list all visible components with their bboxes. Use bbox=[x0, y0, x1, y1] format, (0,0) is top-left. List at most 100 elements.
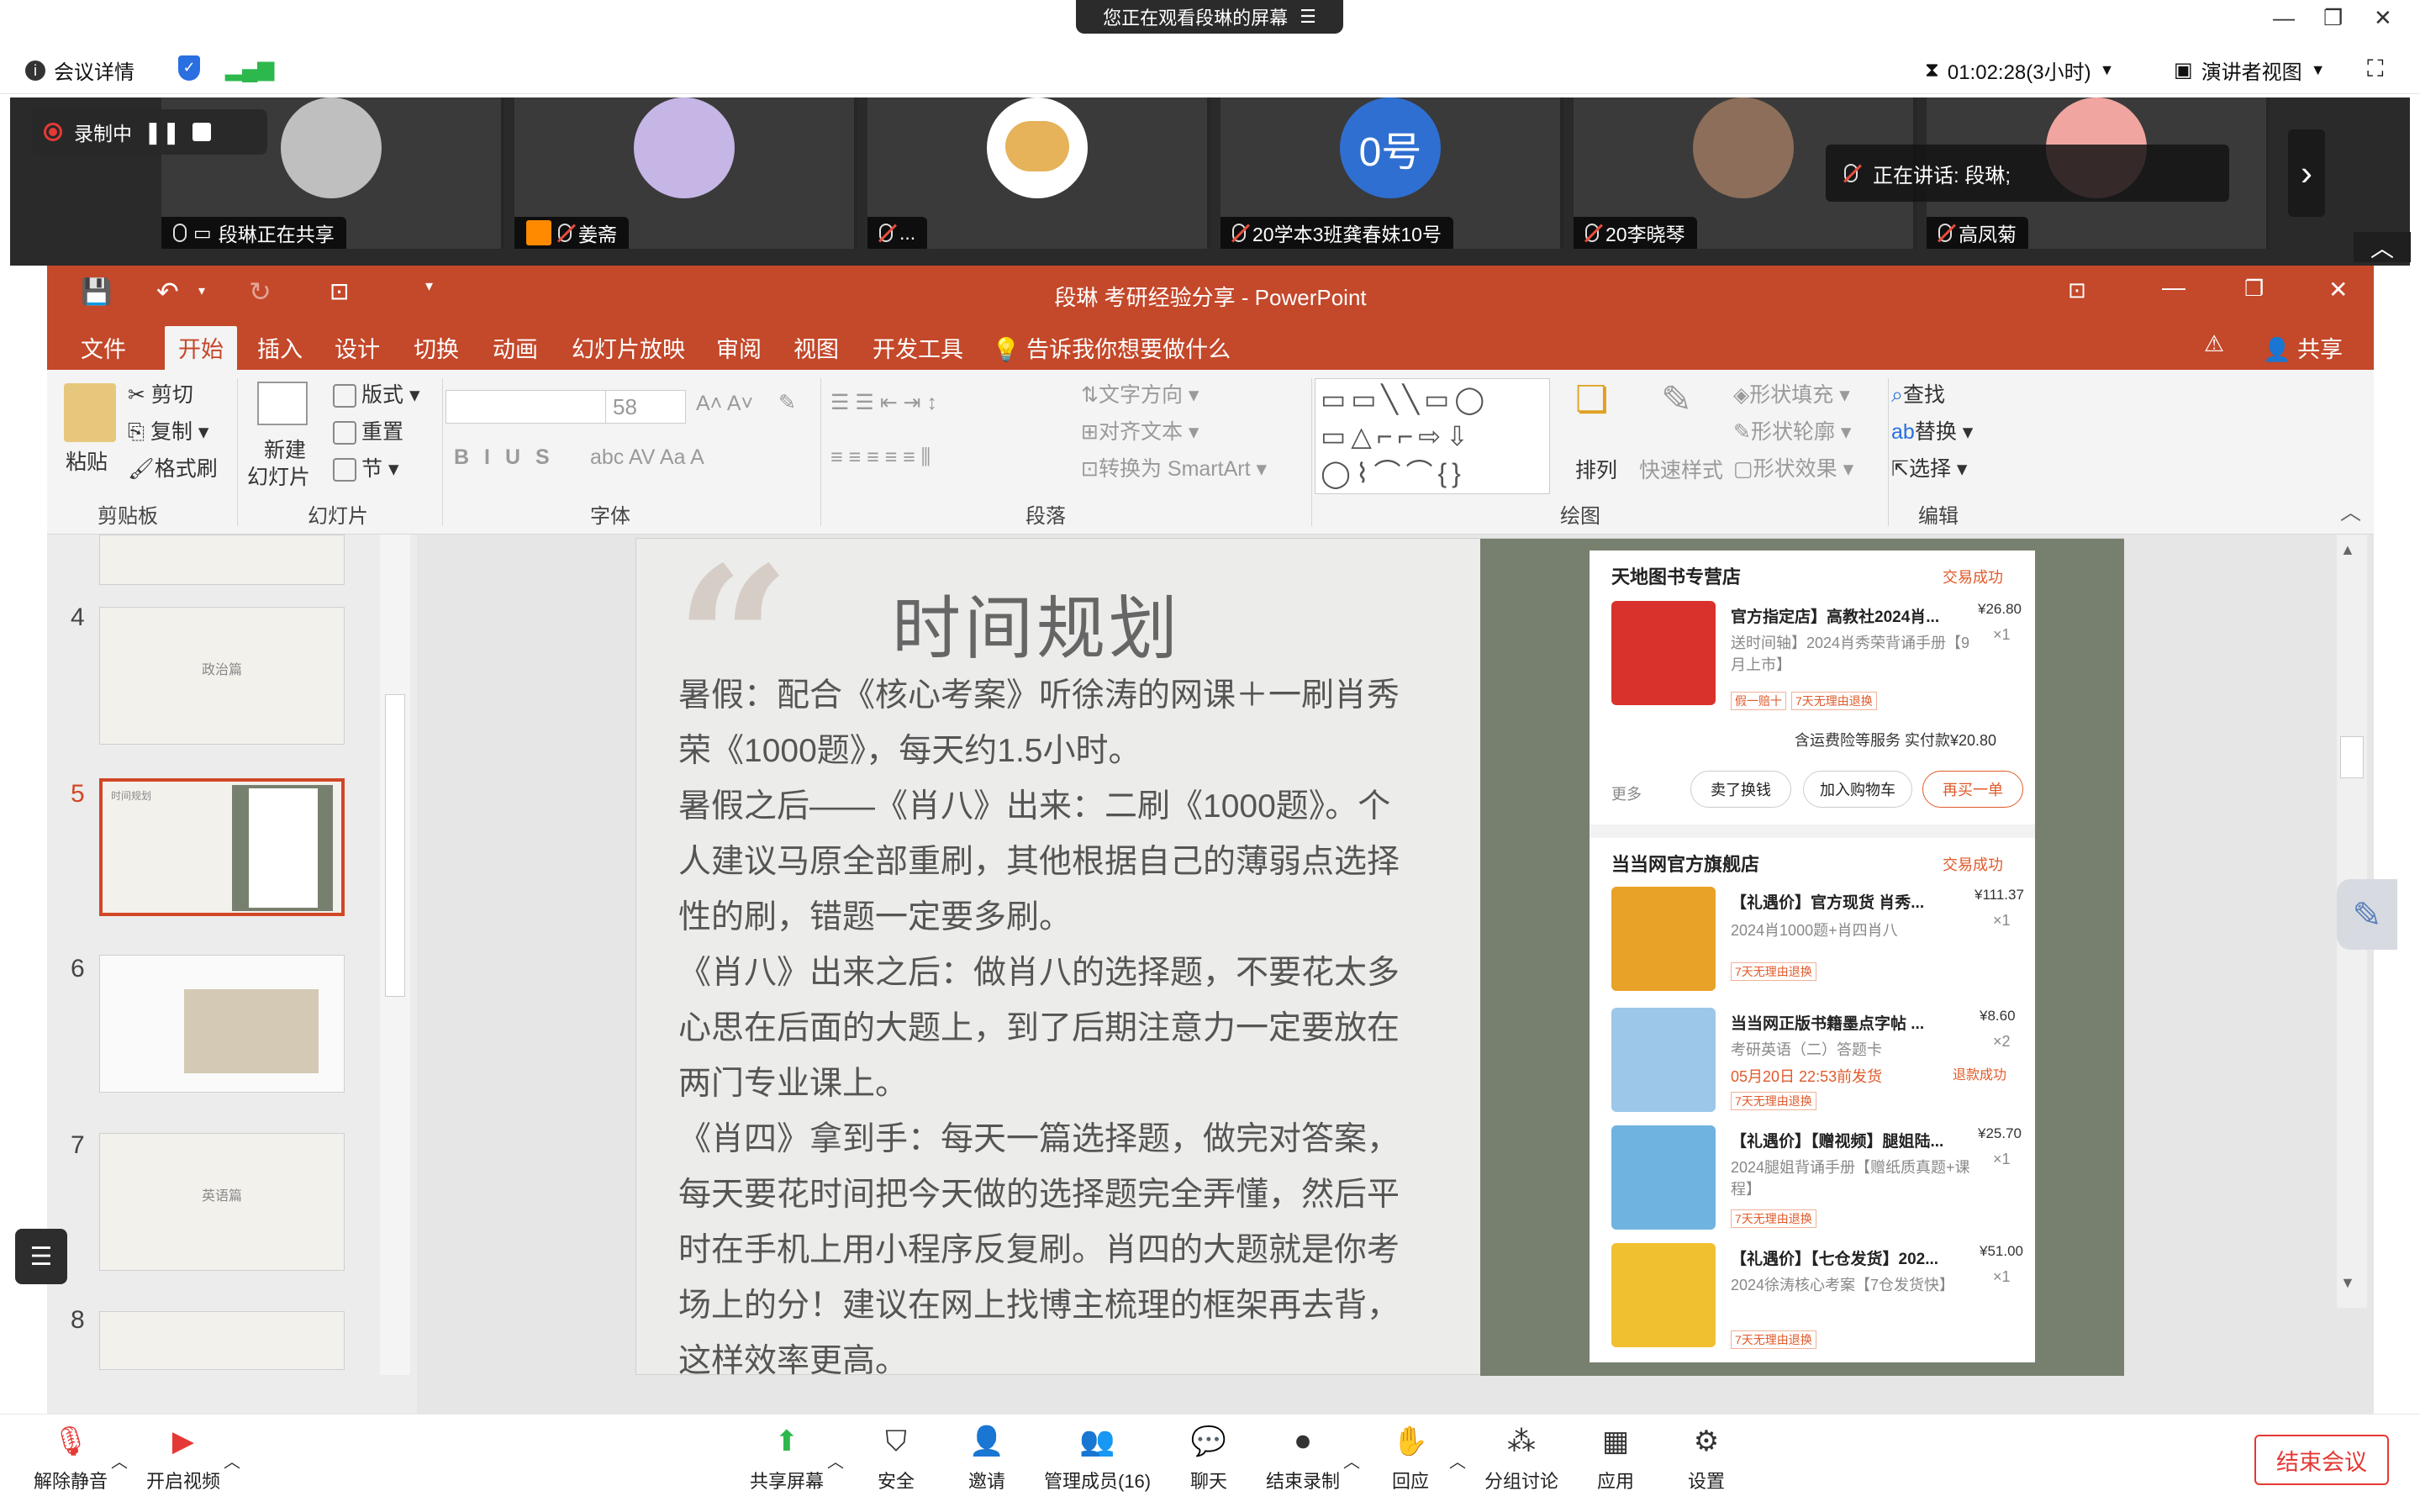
grow-font-icon[interactable]: A˄ A˅ bbox=[696, 392, 753, 416]
slide-title[interactable]: 时间规划 bbox=[892, 572, 1181, 672]
start-video-button[interactable]: ▶ 开启视频 bbox=[146, 1423, 220, 1494]
tab-animations[interactable]: 动画 bbox=[493, 331, 538, 364]
shape-outline-button[interactable]: ✎形状轮廓 ▾ bbox=[1733, 415, 1851, 445]
warning-icon[interactable]: ⚠ bbox=[2204, 331, 2224, 357]
meeting-details-button[interactable]: i 会议详情 bbox=[25, 55, 134, 85]
smartart-button[interactable]: ⊡转换为 SmartArt ▾ bbox=[1081, 452, 1267, 482]
paste-button[interactable]: 粘贴 bbox=[66, 445, 108, 476]
collapse-strip-button[interactable]: ︿ bbox=[2354, 232, 2411, 262]
chat-button[interactable]: 💬 聊天 bbox=[1190, 1423, 1227, 1494]
section-button[interactable]: 节 ▾ bbox=[333, 452, 399, 482]
slide-thumbnail[interactable]: 政治篇 bbox=[99, 607, 345, 745]
buy-again-button[interactable]: 再买一单 bbox=[1922, 771, 2023, 808]
restore-icon[interactable]: ❐ bbox=[2244, 276, 2264, 302]
slide-thumbnail-selected[interactable]: 时间规划 bbox=[99, 778, 345, 916]
more-link[interactable]: 更多 bbox=[1611, 782, 1642, 804]
security-button[interactable]: ⛉ 安全 bbox=[878, 1423, 915, 1494]
find-button[interactable]: ⌕查找 bbox=[1891, 378, 1945, 408]
tab-review[interactable]: 审阅 bbox=[716, 331, 762, 364]
arrange-button[interactable]: 排列 bbox=[1575, 454, 1617, 484]
chevron-up-icon[interactable]: ︿ bbox=[111, 1448, 128, 1472]
manage-participants-button[interactable]: 👥 管理成员(16) bbox=[1044, 1423, 1151, 1494]
tab-file[interactable]: 文件 bbox=[81, 331, 126, 364]
invite-button[interactable]: 👤 邀请 bbox=[968, 1423, 1005, 1494]
chevron-up-icon[interactable]: ︿ bbox=[1449, 1448, 1466, 1472]
unmute-button[interactable]: 🎙 解除静音 bbox=[34, 1423, 108, 1494]
close-icon[interactable]: ✕ bbox=[2374, 5, 2392, 31]
copy-button[interactable]: ⎘ 复制 ▾ bbox=[128, 415, 208, 445]
floating-tool-button[interactable]: ✎ bbox=[2337, 879, 2397, 950]
restore-icon[interactable]: ❐ bbox=[2323, 5, 2343, 31]
chevron-up-icon[interactable]: ︿ bbox=[827, 1448, 844, 1472]
quick-styles-icon[interactable]: ✎ bbox=[1661, 378, 1692, 421]
shape-fill-button[interactable]: ◈形状填充 ▾ bbox=[1733, 378, 1850, 408]
ribbon-display-icon[interactable]: ⊡ bbox=[2068, 277, 2086, 303]
quick-styles-button[interactable]: 快速样式 bbox=[1639, 454, 1723, 484]
font-size-input[interactable]: 58 bbox=[605, 390, 686, 424]
signal-icon[interactable]: ▂▄▆ bbox=[225, 55, 274, 82]
slide-canvas[interactable]: “ 时间规划 暑假：配合《核心考案》听徐涛的网课＋一刷肖秀荣《1000题》，每天… bbox=[635, 538, 2124, 1379]
scroll-thumb[interactable] bbox=[2340, 736, 2364, 778]
tab-design[interactable]: 设计 bbox=[335, 331, 380, 364]
tab-developer[interactable]: 开发工具 bbox=[873, 331, 963, 364]
tab-transitions[interactable]: 切换 bbox=[414, 331, 459, 364]
chevron-up-icon[interactable]: ︿ bbox=[224, 1448, 240, 1472]
pause-icon[interactable]: ❚❚ bbox=[144, 119, 181, 145]
shape-effects-button[interactable]: ▢形状效果 ▾ bbox=[1733, 452, 1853, 482]
end-meeting-button[interactable]: 结束会议 bbox=[2254, 1435, 2389, 1485]
new-slide-label-2[interactable]: 幻灯片 bbox=[247, 461, 310, 491]
align-icons[interactable]: ≡ ≡ ≡ ≡ ≡ ⫼ bbox=[830, 445, 931, 470]
scroll-up-icon[interactable]: ▲ bbox=[2340, 541, 2355, 559]
share-screen-button[interactable]: ⬆ 共享屏幕 bbox=[750, 1423, 824, 1494]
text-direction-button[interactable]: ⇅文字方向 ▾ bbox=[1081, 378, 1199, 408]
slide-thumbnail[interactable]: 英语篇 bbox=[99, 1133, 345, 1271]
settings-button[interactable]: ⚙ 设置 bbox=[1688, 1423, 1725, 1494]
clear-format-icon[interactable]: ✎ bbox=[778, 390, 796, 415]
meeting-timer[interactable]: ⧗ 01:02:28(3小时) ▼ bbox=[1925, 55, 2114, 85]
new-slide-label-1[interactable]: 新建 bbox=[264, 434, 306, 464]
tell-me-search[interactable]: 💡 告诉我你想要做什么 bbox=[992, 331, 1231, 364]
stop-icon[interactable] bbox=[192, 123, 211, 141]
layout-button[interactable]: 版式 ▾ bbox=[333, 378, 420, 408]
chevron-up-icon[interactable]: ︿ bbox=[1343, 1448, 1360, 1472]
font-name-input[interactable] bbox=[446, 390, 607, 424]
tab-home[interactable]: 开始 bbox=[165, 326, 237, 370]
arrange-icon[interactable]: ❏ bbox=[1575, 378, 1608, 421]
replace-button[interactable]: ab替换 ▾ bbox=[1891, 415, 1973, 445]
tab-view[interactable]: 视图 bbox=[793, 331, 839, 364]
reset-button[interactable]: 重置 bbox=[333, 415, 403, 445]
bullets-icon[interactable]: ☰ ☰ ⇤ ⇥ ↕ bbox=[830, 390, 937, 415]
slide-thumbnail[interactable] bbox=[99, 535, 345, 585]
collapse-ribbon-icon[interactable]: ︿ bbox=[2340, 496, 2361, 526]
close-icon[interactable]: ✕ bbox=[2328, 276, 2348, 303]
share-button[interactable]: 👤 共享 bbox=[2263, 331, 2343, 364]
cut-button[interactable]: ✂ 剪切 bbox=[128, 378, 193, 408]
participant-tile[interactable]: 姜斋 bbox=[514, 97, 857, 249]
tab-insert[interactable]: 插入 bbox=[257, 331, 303, 364]
scroll-down-icon[interactable]: ▼ bbox=[2340, 1274, 2355, 1292]
list-menu-button[interactable]: ☰ bbox=[15, 1229, 67, 1284]
slide-thumbnail[interactable] bbox=[99, 955, 345, 1093]
participant-tile[interactable]: ... bbox=[867, 97, 1210, 249]
breakout-button[interactable]: ⁂ 分组讨论 bbox=[1484, 1423, 1558, 1494]
minimize-icon[interactable]: — bbox=[2273, 5, 2295, 31]
select-button[interactable]: ⇱选择 ▾ bbox=[1891, 452, 1967, 482]
minimize-icon[interactable]: — bbox=[2162, 274, 2185, 301]
strikethrough-icon[interactable]: abc AV Aa A bbox=[590, 445, 704, 470]
share-banner[interactable]: 您正在观看段琳的屏幕 ☰ bbox=[1076, 0, 1343, 34]
shield-icon[interactable]: ✓ bbox=[178, 55, 200, 81]
participant-tile[interactable]: 0号 20学本3班龚春妹10号 bbox=[1221, 97, 1563, 249]
font-style-buttons[interactable]: BIUS bbox=[454, 445, 565, 470]
fullscreen-icon[interactable]: ⛶ bbox=[2367, 55, 2384, 83]
new-slide-icon[interactable] bbox=[257, 382, 308, 425]
apps-button[interactable]: ▦ 应用 bbox=[1597, 1423, 1634, 1494]
end-recording-button[interactable]: ⏺ 结束录制 bbox=[1266, 1423, 1340, 1494]
sell-button[interactable]: 卖了换钱 bbox=[1690, 771, 1791, 808]
format-painter-button[interactable]: 🖌格式刷 bbox=[128, 452, 218, 482]
thumbnail-scrollbar[interactable] bbox=[380, 535, 410, 1375]
view-mode-button[interactable]: ▣ 演讲者视图 ▼ bbox=[2174, 55, 2326, 85]
next-participants-button[interactable]: › bbox=[2288, 129, 2325, 217]
slide-body-text[interactable]: 暑假：配合《核心考案》听徐涛的网课＋一刷肖秀荣《1000题》，每天约1.5小时。… bbox=[678, 668, 1410, 1389]
align-text-button[interactable]: ⊞对齐文本 ▾ bbox=[1081, 415, 1199, 445]
reaction-button[interactable]: ✋ 回应 bbox=[1392, 1423, 1429, 1494]
